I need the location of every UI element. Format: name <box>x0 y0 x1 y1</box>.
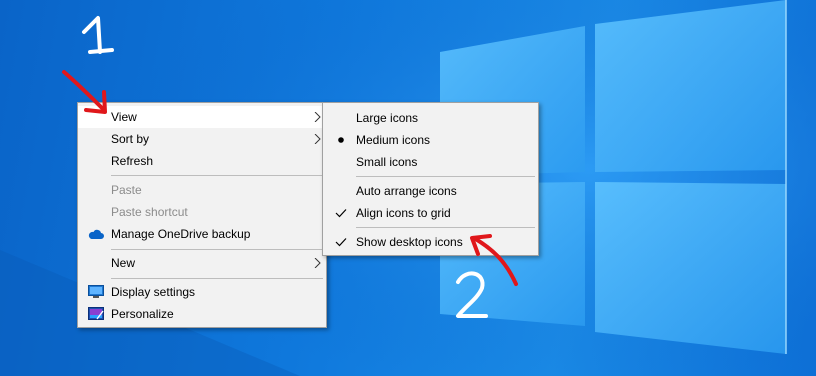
menu-item-small-icons[interactable]: Small icons <box>323 151 538 173</box>
menu-separator <box>111 278 323 279</box>
menu-item-display-settings[interactable]: Display settings <box>78 281 326 303</box>
checkmark-icon <box>335 238 347 247</box>
menu-separator <box>356 227 535 228</box>
menu-item-new[interactable]: New <box>78 252 326 274</box>
chevron-right-icon <box>314 258 321 268</box>
menu-item-paste[interactable]: Paste <box>78 179 326 201</box>
menu-item-label: Paste <box>111 183 142 197</box>
menu-item-label: Refresh <box>111 154 154 168</box>
menu-item-refresh[interactable]: Refresh <box>78 150 326 172</box>
display-monitor-icon <box>88 285 104 298</box>
menu-separator <box>111 249 323 250</box>
desktop-context-menu: View Sort by Refresh Paste Paste shortcu… <box>77 102 327 328</box>
menu-separator <box>111 175 323 176</box>
menu-item-label: Display settings <box>111 285 196 299</box>
menu-item-personalize[interactable]: Personalize <box>78 303 326 325</box>
menu-item-auto-arrange-icons[interactable]: Auto arrange icons <box>323 180 538 202</box>
window-pane <box>595 0 786 172</box>
menu-item-label: View <box>111 110 137 124</box>
menu-item-large-icons[interactable]: Large icons <box>323 107 538 129</box>
menu-item-sort-by[interactable]: Sort by <box>78 128 326 150</box>
menu-item-label: Large icons <box>356 111 419 125</box>
menu-item-label: Personalize <box>111 307 174 321</box>
menu-item-view[interactable]: View <box>78 106 326 128</box>
chevron-right-icon <box>314 134 321 144</box>
menu-item-label: New <box>111 256 136 270</box>
menu-item-label: Paste shortcut <box>111 205 188 219</box>
menu-separator <box>356 176 535 177</box>
menu-item-medium-icons[interactable]: Medium icons <box>323 129 538 151</box>
checkmark-icon <box>335 209 347 218</box>
window-pane <box>595 182 786 354</box>
menu-item-label: Medium icons <box>356 133 431 147</box>
menu-item-label: Align icons to grid <box>356 206 451 220</box>
menu-item-label: Manage OneDrive backup <box>111 227 251 241</box>
menu-item-align-icons-to-grid[interactable]: Align icons to grid <box>323 202 538 224</box>
menu-item-show-desktop-icons[interactable]: Show desktop icons <box>323 231 538 253</box>
bullet-icon <box>338 137 344 143</box>
view-submenu: Large icons Medium icons Small icons Aut… <box>322 102 539 256</box>
menu-item-label: Sort by <box>111 132 150 146</box>
onedrive-cloud-icon <box>88 229 104 239</box>
menu-item-label: Small icons <box>356 155 418 169</box>
personalize-icon <box>88 307 104 320</box>
menu-item-label: Auto arrange icons <box>356 184 457 198</box>
menu-item-label: Show desktop icons <box>356 235 463 249</box>
menu-item-paste-shortcut[interactable]: Paste shortcut <box>78 201 326 223</box>
menu-item-manage-onedrive-backup[interactable]: Manage OneDrive backup <box>78 223 326 245</box>
chevron-right-icon <box>314 112 321 122</box>
